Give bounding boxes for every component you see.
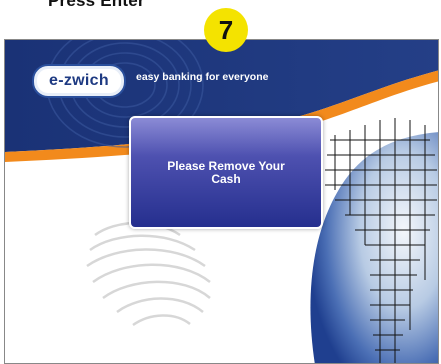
globe-shape (310, 132, 438, 363)
message-text: Please Remove Your Cash (167, 158, 285, 186)
ezwich-logo: e-zwich (34, 66, 124, 96)
atm-screen: e-zwich easy banking for everyone Please… (4, 39, 439, 364)
tagline: easy banking for everyone (136, 71, 269, 83)
tutorial-slide: Press Enter 7 e-zwich easy banking for e… (0, 0, 441, 364)
faded-fingerprint (86, 221, 211, 327)
message-panel: Please Remove Your Cash (129, 116, 323, 229)
step-number-badge: 7 (204, 8, 248, 52)
instruction-caption: Press Enter (48, 0, 145, 10)
